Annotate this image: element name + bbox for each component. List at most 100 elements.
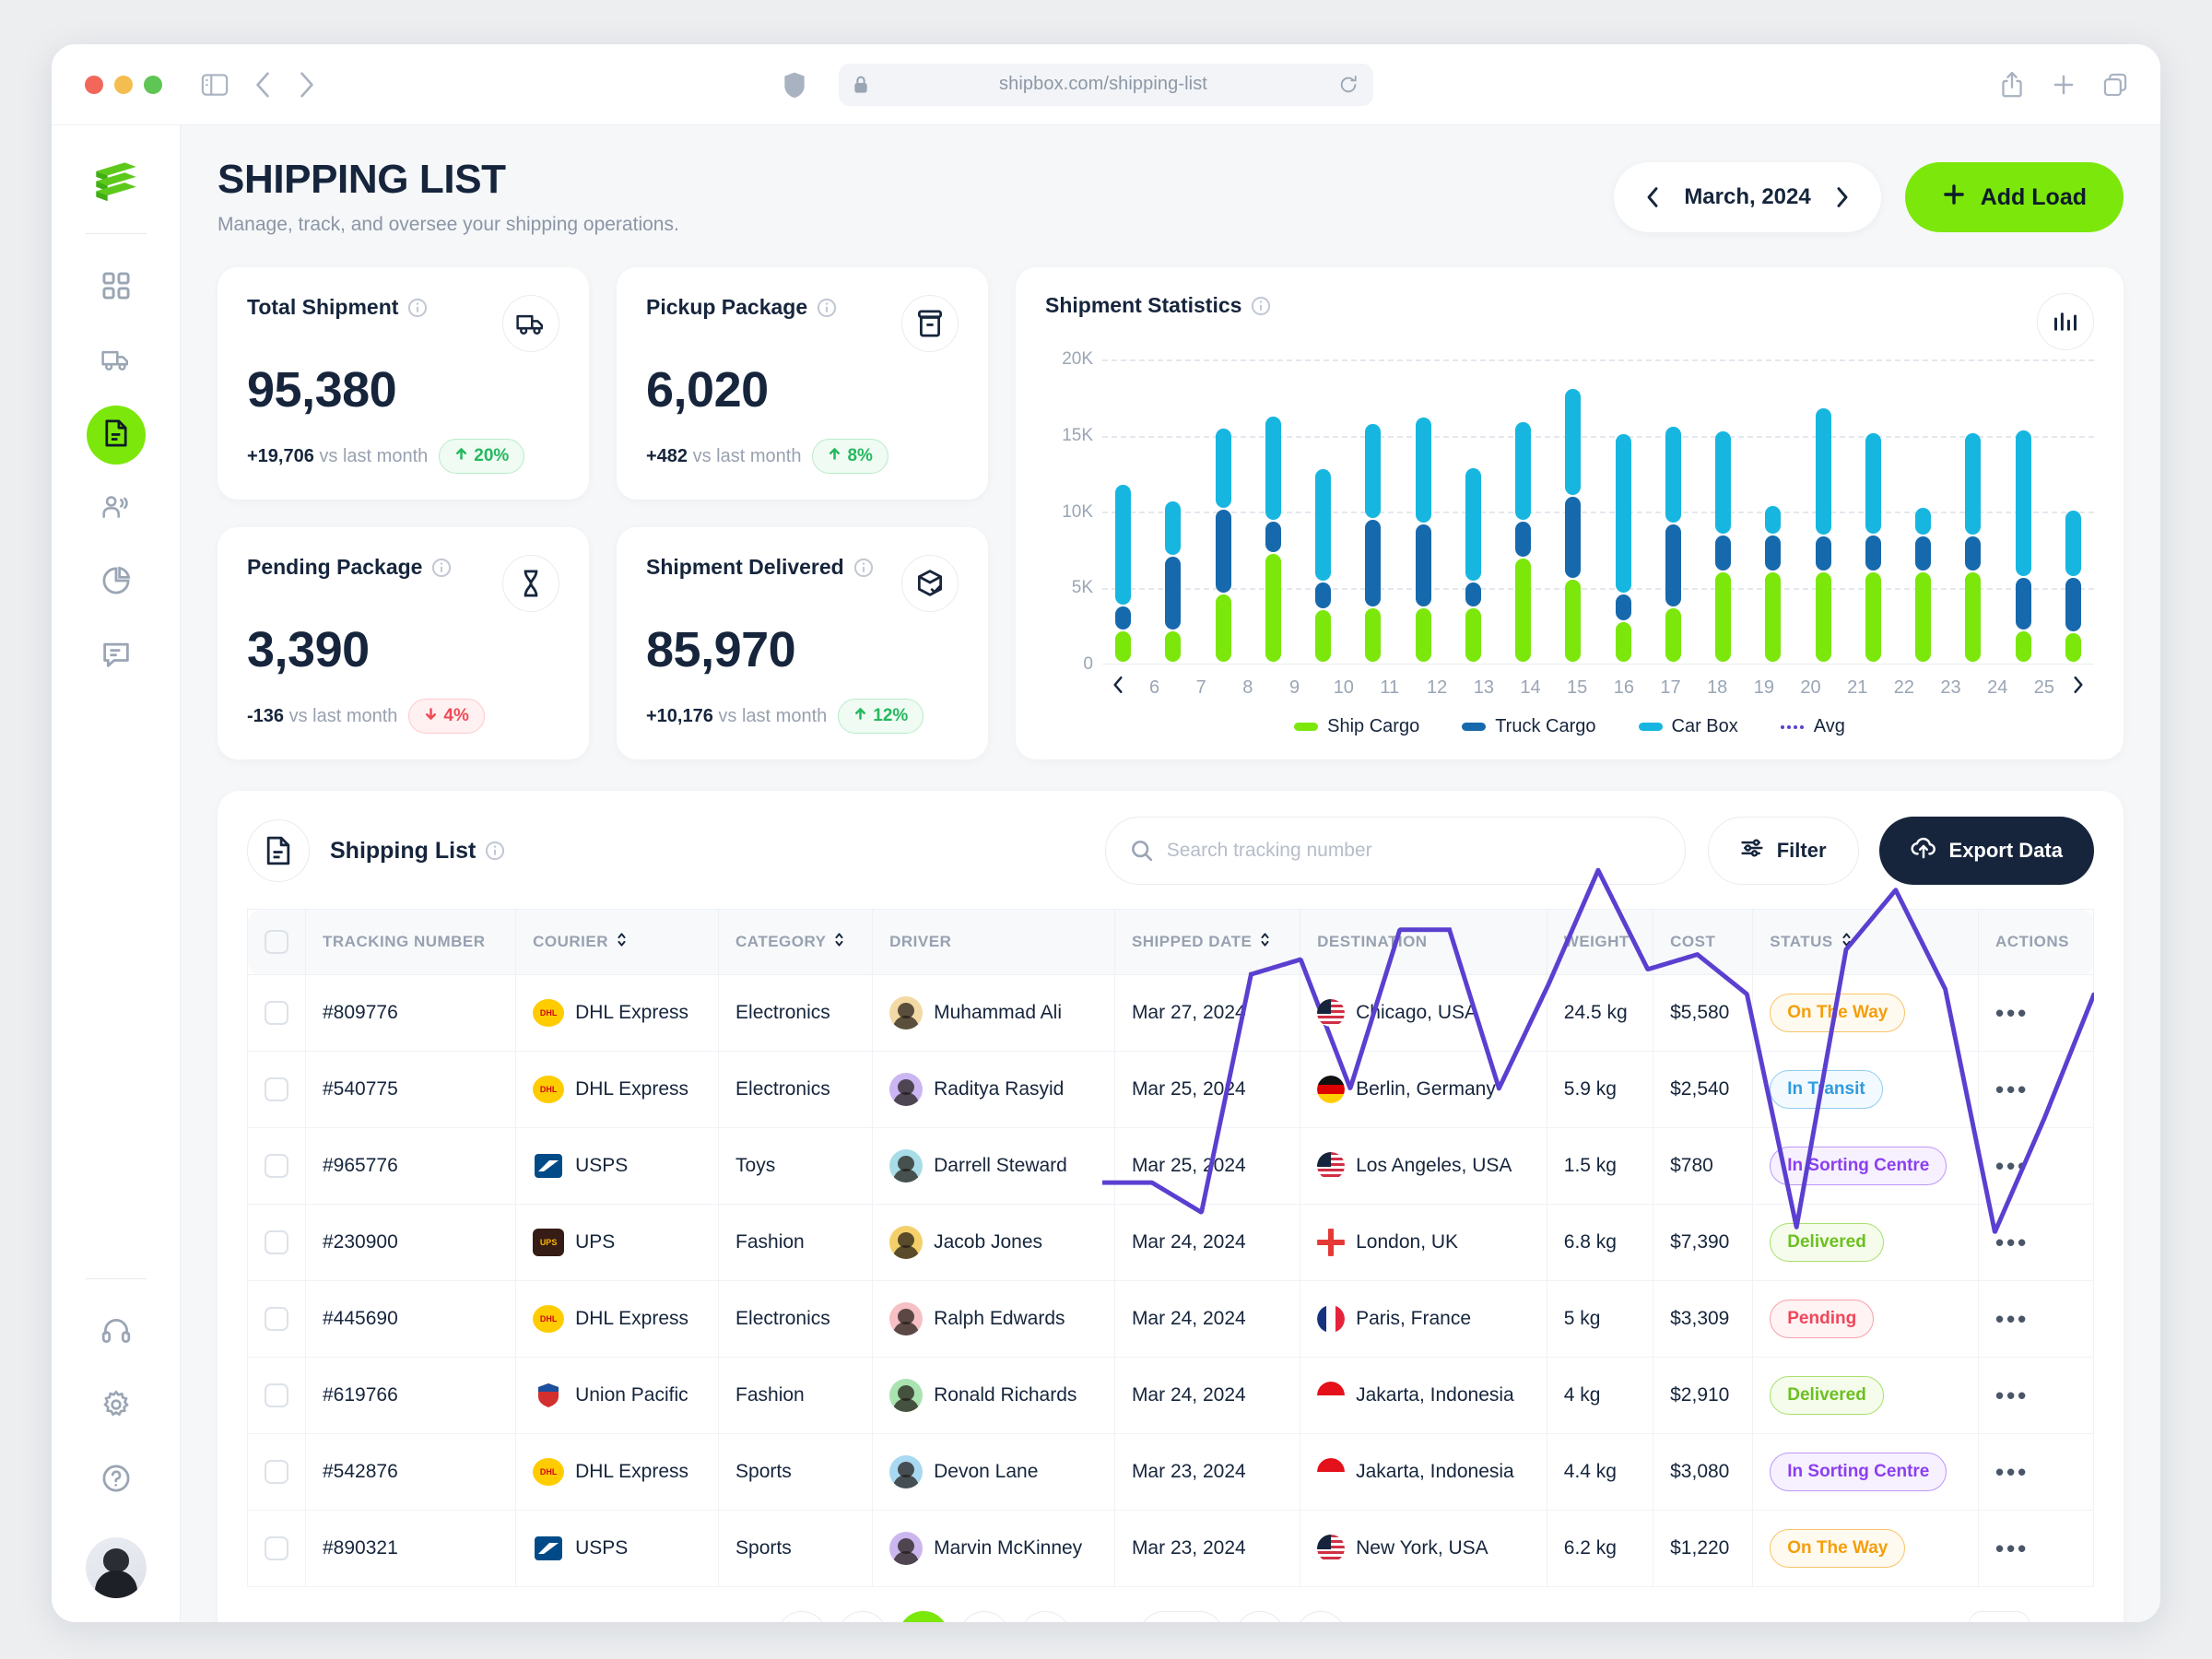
pagination-ellipsis[interactable]: … bbox=[1080, 1611, 1128, 1622]
row-checkbox[interactable] bbox=[265, 1077, 288, 1101]
cell-actions[interactable]: ••• bbox=[1977, 1280, 2095, 1358]
back-icon[interactable] bbox=[253, 71, 273, 99]
cell-actions[interactable]: ••• bbox=[1977, 974, 2095, 1052]
row-actions-menu-icon[interactable]: ••• bbox=[1995, 999, 2029, 1027]
sort-icon[interactable] bbox=[1259, 932, 1271, 952]
page-button-3[interactable]: 3 bbox=[1019, 1611, 1070, 1622]
sidebar-item-shipping-list[interactable] bbox=[86, 406, 146, 465]
row-actions-menu-icon[interactable]: ••• bbox=[1995, 1458, 2029, 1486]
cell-actions[interactable]: ••• bbox=[1977, 1204, 2095, 1281]
sidebar-item-messages[interactable] bbox=[87, 627, 146, 686]
row-actions-menu-icon[interactable]: ••• bbox=[1995, 1229, 2029, 1256]
chevron-right-icon[interactable] bbox=[1835, 186, 1850, 208]
cell-actions[interactable]: ••• bbox=[1977, 1510, 2095, 1587]
table-row[interactable]: #619766 Union Pacific Fashion Ronald Richar… bbox=[247, 1357, 2095, 1434]
sort-icon[interactable] bbox=[833, 932, 845, 952]
row-checkbox-cell[interactable] bbox=[247, 1127, 306, 1205]
info-icon[interactable] bbox=[431, 558, 452, 578]
address-bar[interactable]: shipbox.com/shipping-list bbox=[839, 63, 1373, 106]
cell-actions[interactable]: ••• bbox=[1977, 1433, 2095, 1511]
page-button-11,923[interactable]: 11,923 bbox=[1138, 1611, 1225, 1622]
column-header-status[interactable]: STATUS bbox=[1752, 909, 1979, 975]
page-button-2[interactable]: 2 bbox=[959, 1611, 1009, 1622]
row-checkbox[interactable] bbox=[265, 1154, 288, 1178]
minimize-window-button[interactable] bbox=[114, 75, 133, 94]
row-actions-menu-icon[interactable]: ••• bbox=[1995, 1382, 2029, 1409]
select-all-checkbox[interactable] bbox=[265, 930, 288, 954]
row-actions-menu-icon[interactable]: ••• bbox=[1995, 1535, 2029, 1562]
row-actions-menu-icon[interactable]: ••• bbox=[1995, 1076, 2029, 1103]
first-page-button[interactable] bbox=[776, 1611, 827, 1622]
last-page-button[interactable] bbox=[1296, 1611, 1347, 1622]
table-row[interactable]: #809776 DHL DHL Express Electronics Muhammad… bbox=[247, 974, 2095, 1052]
sidebar-item-help[interactable] bbox=[87, 1451, 146, 1510]
window-controls[interactable] bbox=[85, 75, 162, 94]
page-button-1[interactable]: 1 bbox=[898, 1611, 948, 1622]
bar-chart-icon[interactable] bbox=[2037, 293, 2094, 350]
cell-actions[interactable]: ••• bbox=[1977, 1051, 2095, 1128]
row-checkbox-cell[interactable] bbox=[247, 1051, 306, 1128]
column-header-courier[interactable]: COURIER bbox=[515, 909, 720, 975]
add-load-button[interactable]: Add Load bbox=[1904, 162, 2124, 232]
table-row[interactable]: #890321 USPS Sports Marvin McKinney Mar 23, … bbox=[247, 1510, 2095, 1587]
table-row[interactable]: #540775 DHL DHL Express Electronics Raditya … bbox=[247, 1051, 2095, 1128]
table-row[interactable]: #965776 USPS Toys Darrell Steward Mar 25, 20… bbox=[247, 1127, 2095, 1205]
search-box[interactable] bbox=[1104, 817, 1686, 885]
info-icon[interactable] bbox=[485, 841, 505, 861]
row-checkbox[interactable] bbox=[265, 1383, 288, 1407]
row-checkbox-cell[interactable] bbox=[247, 1204, 306, 1281]
filter-button[interactable]: Filter bbox=[1707, 817, 1859, 885]
sidebar-item-support[interactable] bbox=[87, 1303, 146, 1362]
prev-page-button[interactable] bbox=[837, 1611, 888, 1622]
cell-actions[interactable]: ••• bbox=[1977, 1127, 2095, 1205]
table-row[interactable]: #542876 DHL DHL Express Sports Devon Lane Mar… bbox=[247, 1433, 2095, 1511]
table-row[interactable]: #230900 UPS UPS Fashion Jacob Jones Mar 24, 2… bbox=[247, 1204, 2095, 1281]
next-page-button[interactable] bbox=[1235, 1611, 1286, 1622]
chevron-left-icon[interactable] bbox=[1645, 186, 1660, 208]
share-icon[interactable] bbox=[2000, 71, 2024, 99]
chart-prev-icon[interactable] bbox=[1102, 676, 1134, 700]
info-icon[interactable] bbox=[817, 298, 837, 318]
sort-icon[interactable] bbox=[616, 932, 628, 952]
goto-input[interactable] bbox=[1969, 1611, 2030, 1622]
row-checkbox-cell[interactable] bbox=[247, 1510, 306, 1587]
row-checkbox[interactable] bbox=[265, 1001, 288, 1025]
search-input[interactable] bbox=[1166, 840, 1661, 862]
shipbox-logo[interactable] bbox=[88, 151, 145, 213]
sort-icon[interactable] bbox=[1841, 932, 1853, 952]
avatar[interactable] bbox=[85, 1537, 147, 1598]
sidebar-item-analytics[interactable] bbox=[87, 553, 146, 612]
sidebar-item-shipments[interactable] bbox=[87, 332, 146, 391]
row-checkbox-cell[interactable] bbox=[247, 1433, 306, 1511]
info-icon[interactable] bbox=[407, 298, 428, 318]
reload-icon[interactable] bbox=[1338, 75, 1359, 95]
info-icon[interactable] bbox=[853, 558, 874, 578]
plus-icon[interactable] bbox=[2052, 73, 2076, 97]
chart-next-icon[interactable] bbox=[2063, 676, 2094, 700]
sidebar-item-drivers[interactable] bbox=[87, 479, 146, 538]
row-checkbox-cell[interactable] bbox=[247, 1357, 306, 1434]
column-header-category[interactable]: CATEGORY bbox=[718, 909, 874, 975]
info-icon[interactable] bbox=[1251, 296, 1271, 316]
sidebar-item-dashboard[interactable] bbox=[87, 258, 146, 317]
export-data-button[interactable]: Export Data bbox=[1878, 817, 2094, 885]
close-window-button[interactable] bbox=[85, 75, 103, 94]
row-checkbox[interactable] bbox=[265, 1460, 288, 1484]
forward-icon[interactable] bbox=[297, 71, 317, 99]
month-picker[interactable]: March, 2024 bbox=[1614, 162, 1881, 232]
column-header-date[interactable]: SHIPPED DATE bbox=[1113, 909, 1301, 975]
row-actions-menu-icon[interactable]: ••• bbox=[1995, 1305, 2029, 1333]
row-checkbox[interactable] bbox=[265, 1307, 288, 1331]
row-checkbox-cell[interactable] bbox=[247, 1280, 306, 1358]
sidebar-item-settings[interactable] bbox=[87, 1377, 146, 1436]
maximize-window-button[interactable] bbox=[144, 75, 162, 94]
row-checkbox[interactable] bbox=[265, 1230, 288, 1254]
sidebar-toggle-icon[interactable] bbox=[201, 73, 229, 97]
row-checkbox[interactable] bbox=[265, 1536, 288, 1560]
table-row[interactable]: #445690 DHL DHL Express Electronics Ralph Ed… bbox=[247, 1280, 2095, 1358]
cell-actions[interactable]: ••• bbox=[1977, 1357, 2095, 1434]
tabs-icon[interactable] bbox=[2103, 73, 2127, 97]
row-actions-menu-icon[interactable]: ••• bbox=[1995, 1152, 2029, 1180]
row-checkbox-cell[interactable] bbox=[247, 974, 306, 1052]
shield-icon[interactable] bbox=[783, 71, 806, 99]
